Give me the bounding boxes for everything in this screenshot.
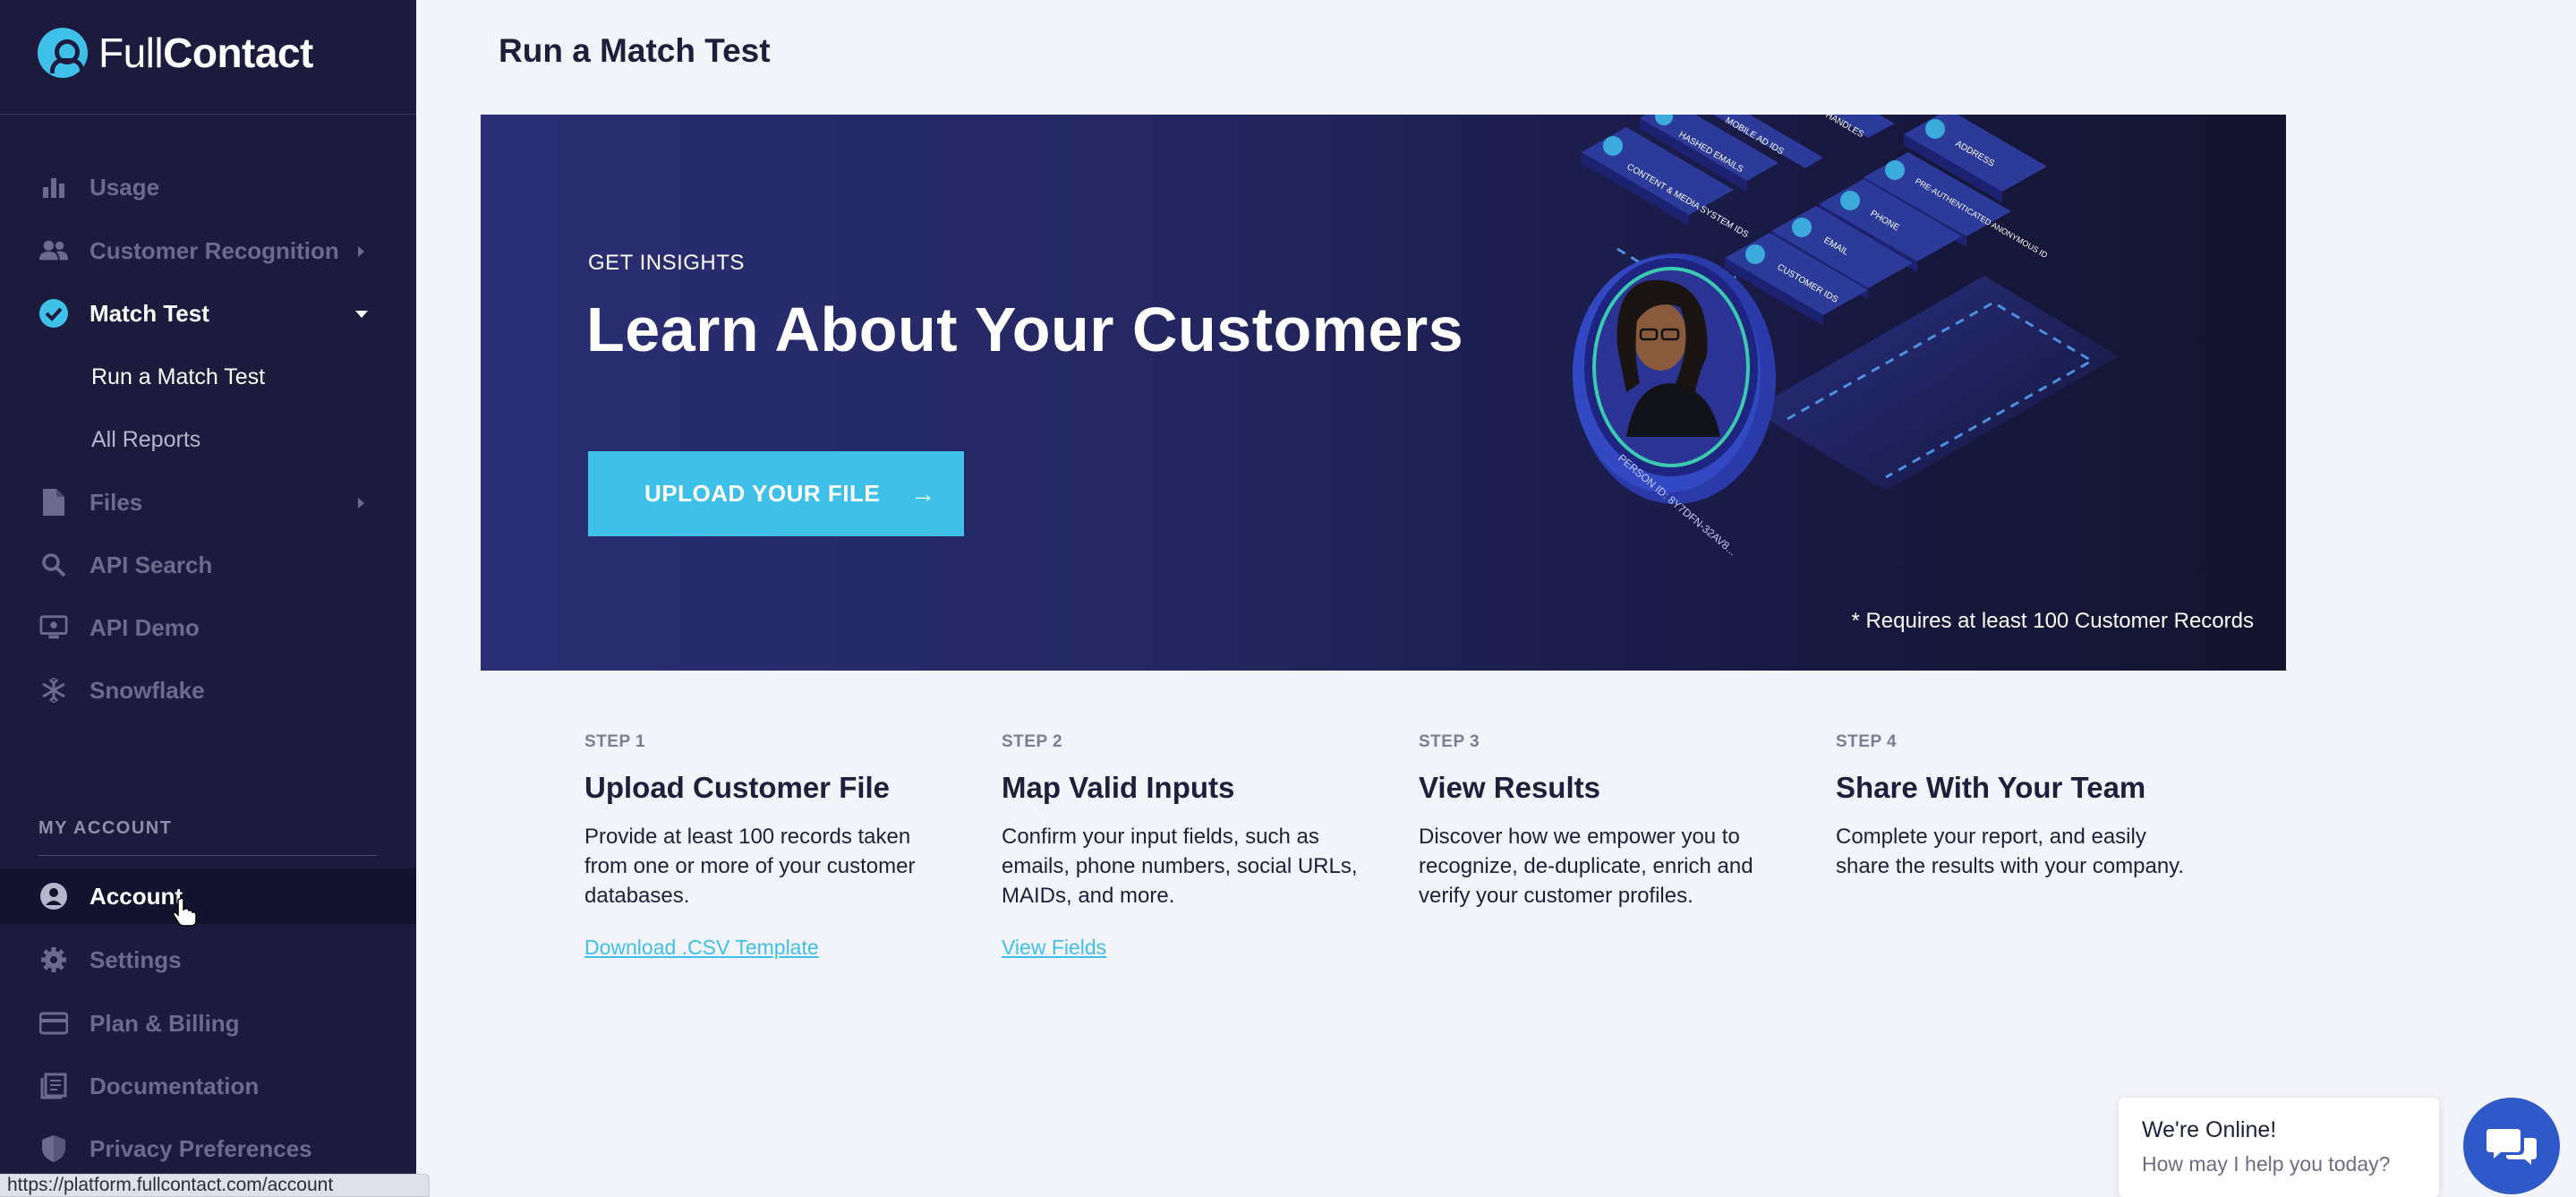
sidebar-subitem-run-match-test[interactable]: Run a Match Test bbox=[91, 355, 265, 399]
sidebar-item-label: API Demo bbox=[90, 613, 200, 641]
upload-file-button[interactable]: UPLOAD YOUR FILE → bbox=[588, 451, 964, 536]
step-2: STEP 2 Map Valid Inputs Confirm your inp… bbox=[1002, 732, 1360, 960]
divider bbox=[0, 114, 416, 115]
sidebar-item-documentation[interactable]: Documentation bbox=[0, 1058, 416, 1114]
step-description: Complete your report, and easily share t… bbox=[1836, 825, 2185, 878]
sidebar-item-label: Documentation bbox=[90, 1072, 260, 1099]
step-number: STEP 3 bbox=[1419, 732, 1480, 751]
upload-button-label: UPLOAD YOUR FILE bbox=[644, 480, 881, 507]
sidebar-item-label: API Search bbox=[90, 551, 213, 578]
chat-greeting-bubble[interactable]: We're Online! How may I help you today? bbox=[2119, 1098, 2439, 1197]
gear-icon bbox=[39, 945, 68, 974]
tile-handles: HANDLES bbox=[1824, 115, 1895, 140]
person-avatar-disc: PERSON ID: 8Y7DFN-32AV8... bbox=[1573, 253, 1776, 558]
sidebar-item-customer-recognition[interactable]: Customer Recognition bbox=[0, 223, 416, 278]
snowflake-icon bbox=[39, 676, 68, 705]
arrow-right-icon: → bbox=[910, 479, 936, 508]
sidebar-item-snowflake[interactable]: Snowflake bbox=[0, 663, 416, 718]
monitor-icon bbox=[39, 613, 68, 642]
sidebar-item-label: Usage bbox=[90, 173, 160, 201]
step-4: STEP 4 Share With Your Team Complete you… bbox=[1836, 732, 2194, 881]
check-circle-icon bbox=[39, 299, 68, 328]
file-icon bbox=[39, 488, 68, 517]
caret-down-icon bbox=[355, 311, 368, 318]
step-description: Discover how we empower you to recognize… bbox=[1419, 825, 1753, 908]
step-1: STEP 1 Upload Customer File Provide at l… bbox=[584, 732, 943, 960]
step-title: View Results bbox=[1419, 771, 1600, 804]
divider bbox=[38, 855, 377, 856]
identity-graph-illustration: CONTENT & MEDIA SYSTEM IDS HASHED EMAILS… bbox=[1573, 115, 2119, 558]
hero-banner: GET INSIGHTS Learn About Your Customers … bbox=[481, 115, 2286, 671]
logo-text-light: Full bbox=[98, 30, 164, 76]
chat-title: We're Online! bbox=[2142, 1117, 2277, 1142]
step-description: Confirm your input fields, such as email… bbox=[1002, 825, 1358, 908]
step-number: STEP 2 bbox=[1002, 732, 1063, 751]
step-title: Upload Customer File bbox=[584, 771, 891, 804]
chat-subtitle: How may I help you today? bbox=[2142, 1152, 2391, 1176]
sidebar-item-label: Snowflake bbox=[90, 676, 205, 704]
fullcontact-logo[interactable]: FullContact bbox=[38, 28, 313, 78]
sidebar-item-label: Files bbox=[90, 488, 143, 516]
sidebar-item-api-demo[interactable]: API Demo bbox=[0, 600, 416, 655]
caret-right-icon bbox=[358, 498, 364, 509]
logo-icon bbox=[38, 28, 88, 78]
step-number: STEP 1 bbox=[584, 732, 646, 751]
logo-text-bold: Contact bbox=[163, 30, 313, 76]
shield-icon bbox=[39, 1134, 68, 1163]
sidebar-item-privacy-preferences[interactable]: Privacy Preferences bbox=[0, 1121, 416, 1176]
chat-icon bbox=[2486, 1129, 2537, 1165]
hand-cursor-icon bbox=[173, 897, 197, 927]
sidebar-item-account[interactable]: Account bbox=[0, 868, 416, 924]
chat-launcher-button[interactable] bbox=[2463, 1098, 2560, 1194]
sidebar-item-api-search[interactable]: API Search bbox=[0, 537, 416, 593]
bar-chart-icon bbox=[39, 173, 68, 201]
user-circle-icon bbox=[39, 882, 68, 911]
page-title: Run a Match Test bbox=[499, 32, 771, 69]
sidebar-subitem-all-reports[interactable]: All Reports bbox=[91, 417, 200, 462]
browser-status-url: https://platform.fullcontact.com/account bbox=[0, 1174, 430, 1197]
sidebar: FullContact Usage Customer Recognition M… bbox=[0, 0, 416, 1197]
step-3: STEP 3 View Results Discover how we empo… bbox=[1419, 732, 1777, 911]
sidebar-item-label: Settings bbox=[90, 945, 182, 973]
sidebar-item-label: Account bbox=[90, 882, 183, 910]
sidebar-item-usage[interactable]: Usage bbox=[0, 159, 416, 215]
people-icon bbox=[39, 236, 68, 265]
search-icon bbox=[39, 551, 68, 579]
step-description: Provide at least 100 records taken from … bbox=[584, 825, 916, 908]
sidebar-item-label: Plan & Billing bbox=[90, 1009, 240, 1037]
download-csv-template-link[interactable]: Download .CSV Template bbox=[584, 936, 819, 960]
sidebar-item-label: Customer Recognition bbox=[90, 236, 339, 264]
hero-eyebrow: GET INSIGHTS bbox=[588, 251, 745, 275]
step-title: Share With Your Team bbox=[1836, 771, 2146, 804]
view-fields-link[interactable]: View Fields bbox=[1002, 936, 1106, 960]
step-number: STEP 4 bbox=[1836, 732, 1898, 751]
sidebar-item-label: Privacy Preferences bbox=[90, 1134, 312, 1162]
sidebar-item-files[interactable]: Files bbox=[0, 475, 416, 530]
sidebar-item-label: Match Test bbox=[90, 299, 209, 327]
sidebar-item-match-test[interactable]: Match Test bbox=[0, 286, 416, 341]
hero-title: Learn About Your Customers bbox=[586, 295, 1464, 364]
section-label-my-account: MY ACCOUNT bbox=[38, 818, 173, 838]
sidebar-item-plan-billing[interactable]: Plan & Billing bbox=[0, 996, 416, 1051]
caret-right-icon bbox=[358, 246, 364, 257]
sidebar-item-settings[interactable]: Settings bbox=[0, 932, 416, 988]
book-icon bbox=[39, 1072, 68, 1100]
step-title: Map Valid Inputs bbox=[1002, 771, 1235, 804]
credit-card-icon bbox=[39, 1009, 68, 1038]
